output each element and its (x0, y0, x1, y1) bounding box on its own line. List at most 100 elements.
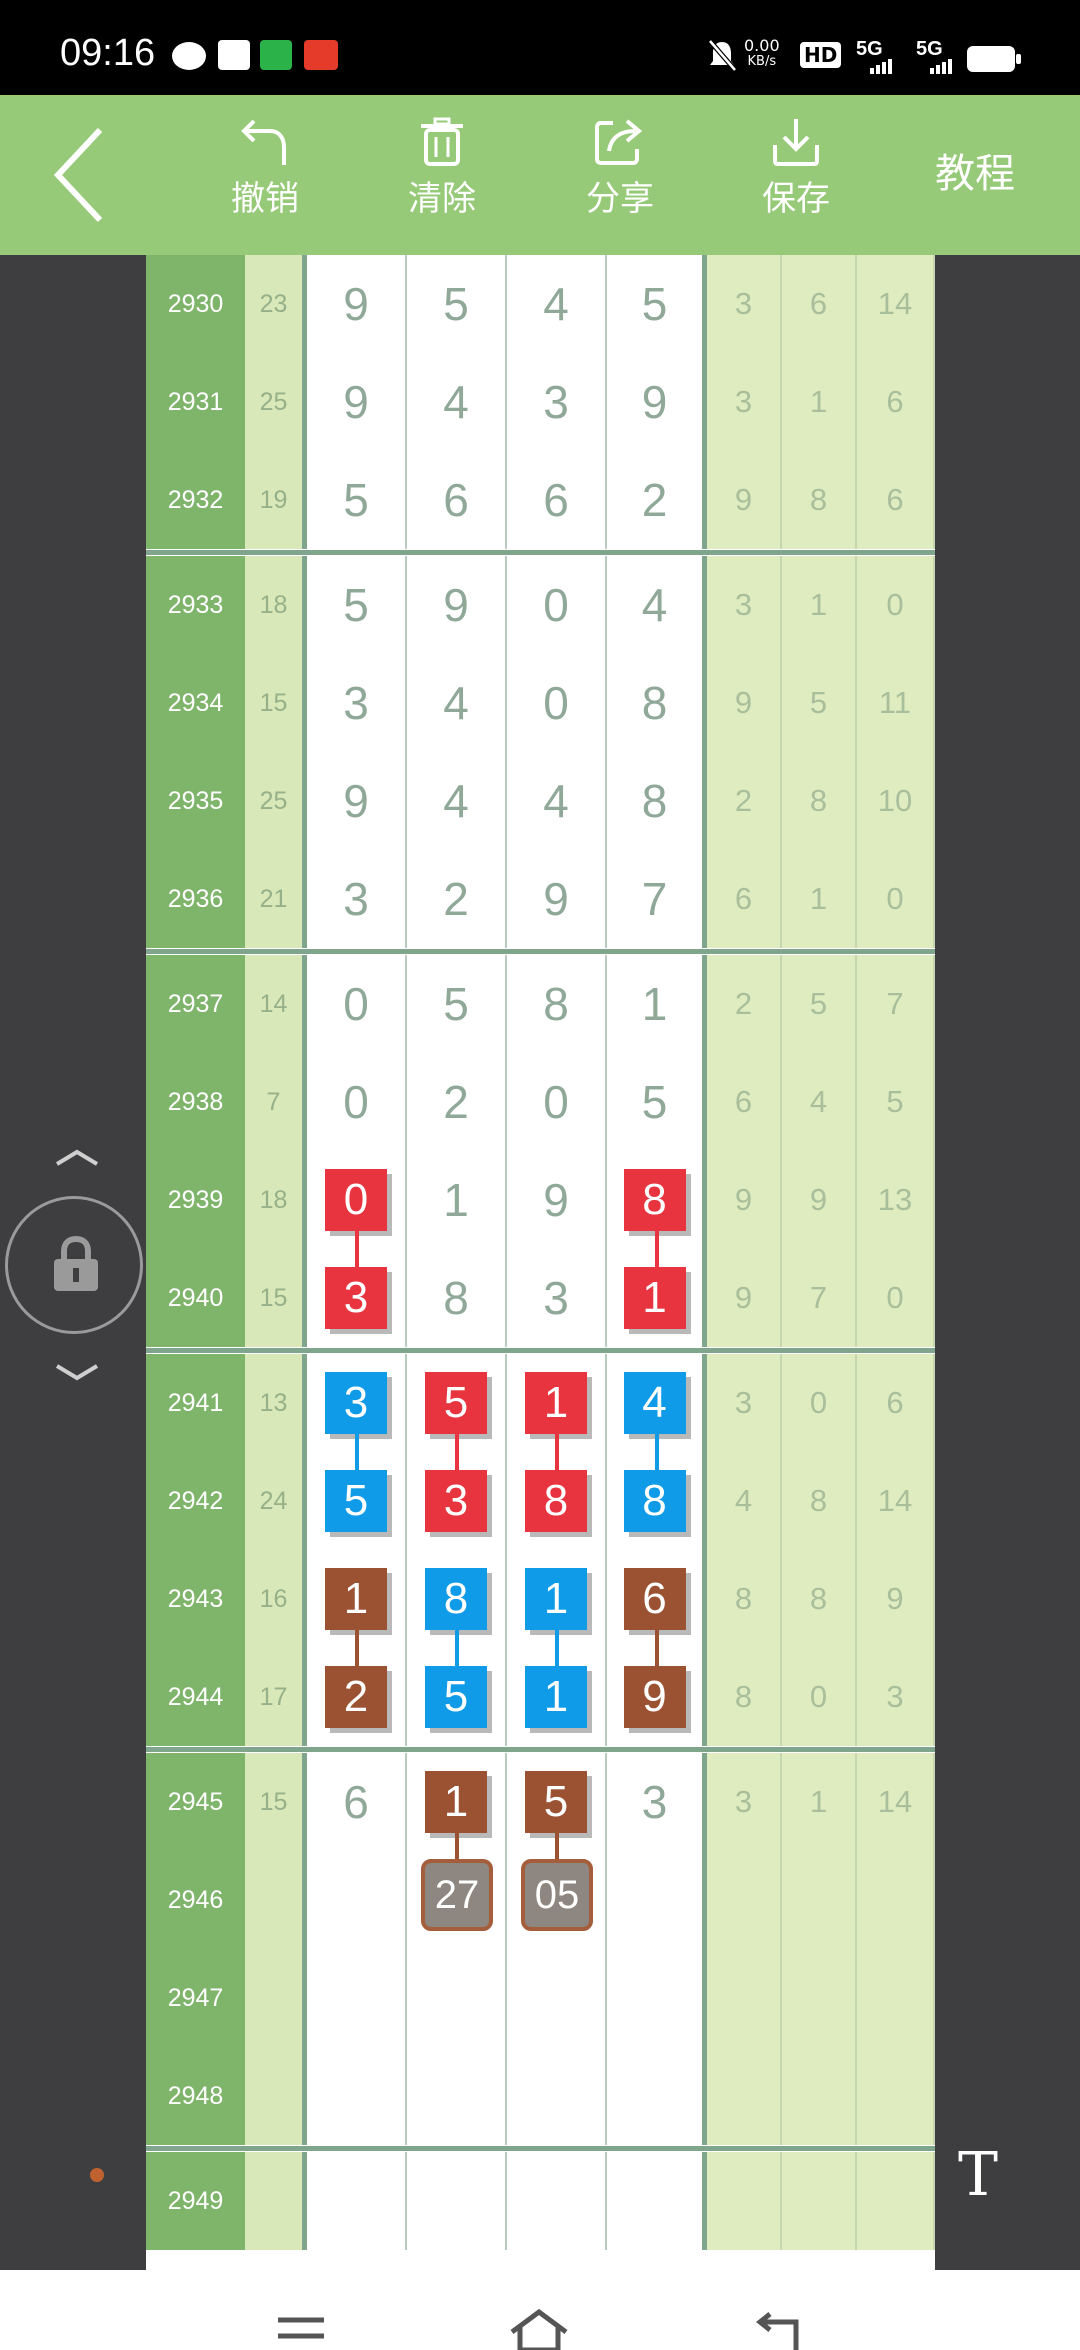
stat-cell[interactable] (857, 2047, 935, 2145)
row-id-cell[interactable]: 2930 (146, 255, 245, 353)
digit-cell[interactable]: 3 (507, 1249, 607, 1347)
row-id-cell[interactable]: 2932 (146, 451, 245, 549)
row-sum-cell[interactable]: 18 (245, 556, 307, 654)
digit-cell[interactable]: 6 (507, 451, 607, 549)
prediction-badge[interactable]: 05 (521, 1859, 593, 1931)
share-button[interactable]: 分享 (570, 95, 670, 255)
clear-button[interactable]: 清除 (392, 95, 492, 255)
row-id-cell[interactable]: 2941 (146, 1354, 245, 1452)
stat-cell[interactable]: 3 (857, 1648, 935, 1746)
stat-cell[interactable]: 2 (707, 955, 782, 1053)
digit-cell[interactable] (307, 1851, 407, 1949)
stat-cell[interactable]: 10 (857, 752, 935, 850)
digit-cell[interactable]: 5 (607, 1053, 707, 1151)
row-id-cell[interactable]: 2934 (146, 654, 245, 752)
row-id-cell[interactable]: 2946 (146, 1851, 245, 1949)
digit-cell[interactable]: 7 (607, 850, 707, 948)
row-id-cell[interactable]: 2940 (146, 1249, 245, 1347)
digit-cell[interactable]: 5 (307, 451, 407, 549)
stat-cell[interactable]: 6 (782, 255, 857, 353)
digit-cell[interactable]: 9 (607, 353, 707, 451)
row-id-cell[interactable]: 2945 (146, 1753, 245, 1851)
digit-cell[interactable]: 4 (407, 752, 507, 850)
digit-cell[interactable]: 9 (307, 353, 407, 451)
digit-cell[interactable] (607, 2152, 707, 2250)
stat-cell[interactable]: 9 (707, 1151, 782, 1249)
row-id-cell[interactable]: 2944 (146, 1648, 245, 1746)
digit-cell[interactable] (607, 1949, 707, 2047)
lock-button[interactable] (5, 1196, 143, 1334)
digit-cell[interactable]: 6 (307, 1753, 407, 1851)
row-id-cell[interactable]: 2935 (146, 752, 245, 850)
digit-cell[interactable]: 3 (507, 353, 607, 451)
digit-cell[interactable]: 3 (307, 654, 407, 752)
digit-cell[interactable] (507, 2047, 607, 2145)
digit-cell[interactable] (607, 1851, 707, 1949)
stat-cell[interactable]: 5 (782, 955, 857, 1053)
stat-cell[interactable]: 8 (782, 1550, 857, 1648)
row-sum-cell[interactable] (245, 2152, 307, 2250)
digit-cell[interactable]: 8 (507, 955, 607, 1053)
undo-button[interactable]: 撤销 (215, 95, 315, 255)
stat-cell[interactable]: 3 (707, 255, 782, 353)
row-id-cell[interactable]: 2948 (146, 2047, 245, 2145)
digit-cell[interactable]: 4 (407, 654, 507, 752)
digit-cell[interactable]: 5 (607, 255, 707, 353)
digit-cell[interactable]: 9 (307, 255, 407, 353)
row-id-cell[interactable]: 2943 (146, 1550, 245, 1648)
stat-cell[interactable]: 6 (707, 1053, 782, 1151)
home-icon[interactable] (508, 2308, 570, 2350)
stat-cell[interactable]: 11 (857, 654, 935, 752)
stat-cell[interactable]: 3 (707, 556, 782, 654)
row-sum-cell[interactable] (245, 2047, 307, 2145)
stat-cell[interactable]: 8 (782, 451, 857, 549)
digit-cell[interactable]: 8 (607, 654, 707, 752)
digit-cell[interactable]: 9 (507, 850, 607, 948)
digit-cell[interactable] (307, 2047, 407, 2145)
stat-cell[interactable]: 14 (857, 1452, 935, 1550)
row-id-cell[interactable]: 2949 (146, 2152, 245, 2250)
row-sum-cell[interactable]: 25 (245, 752, 307, 850)
stat-cell[interactable] (857, 1949, 935, 2047)
digit-cell[interactable]: 3 (307, 850, 407, 948)
stat-cell[interactable]: 6 (857, 353, 935, 451)
stat-cell[interactable]: 8 (707, 1648, 782, 1746)
stat-cell[interactable] (857, 1851, 935, 1949)
stat-cell[interactable] (782, 2047, 857, 2145)
digit-cell[interactable]: 0 (507, 654, 607, 752)
stat-cell[interactable]: 9 (707, 451, 782, 549)
row-sum-cell[interactable]: 23 (245, 255, 307, 353)
stat-cell[interactable]: 13 (857, 1151, 935, 1249)
back-button[interactable] (40, 95, 120, 255)
digit-cell[interactable]: 8 (407, 1249, 507, 1347)
digit-cell[interactable] (407, 2152, 507, 2250)
stat-cell[interactable]: 7 (782, 1249, 857, 1347)
stat-cell[interactable]: 3 (707, 1354, 782, 1452)
stat-cell[interactable]: 3 (707, 353, 782, 451)
stat-cell[interactable] (782, 1949, 857, 2047)
chevron-up-icon[interactable] (55, 1148, 99, 1166)
row-sum-cell[interactable]: 15 (245, 654, 307, 752)
stat-cell[interactable] (707, 1949, 782, 2047)
row-sum-cell[interactable]: 17 (245, 1648, 307, 1746)
menu-icon[interactable] (276, 2316, 326, 2350)
stat-cell[interactable] (707, 1851, 782, 1949)
stat-cell[interactable]: 6 (857, 451, 935, 549)
stat-cell[interactable]: 0 (857, 556, 935, 654)
stat-cell[interactable]: 7 (857, 955, 935, 1053)
stat-cell[interactable] (707, 2152, 782, 2250)
digit-cell[interactable]: 4 (507, 752, 607, 850)
row-sum-cell[interactable]: 25 (245, 353, 307, 451)
stat-cell[interactable] (707, 2047, 782, 2145)
stat-cell[interactable]: 9 (707, 1249, 782, 1347)
digit-cell[interactable]: 2 (407, 1053, 507, 1151)
row-id-cell[interactable]: 2931 (146, 353, 245, 451)
digit-cell[interactable]: 5 (307, 556, 407, 654)
stat-cell[interactable]: 4 (707, 1452, 782, 1550)
row-id-cell[interactable]: 2947 (146, 1949, 245, 2047)
stat-cell[interactable]: 1 (782, 1753, 857, 1851)
stat-cell[interactable]: 8 (707, 1550, 782, 1648)
stat-cell[interactable]: 4 (782, 1053, 857, 1151)
digit-cell[interactable]: 3 (607, 1753, 707, 1851)
row-sum-cell[interactable]: 15 (245, 1753, 307, 1851)
